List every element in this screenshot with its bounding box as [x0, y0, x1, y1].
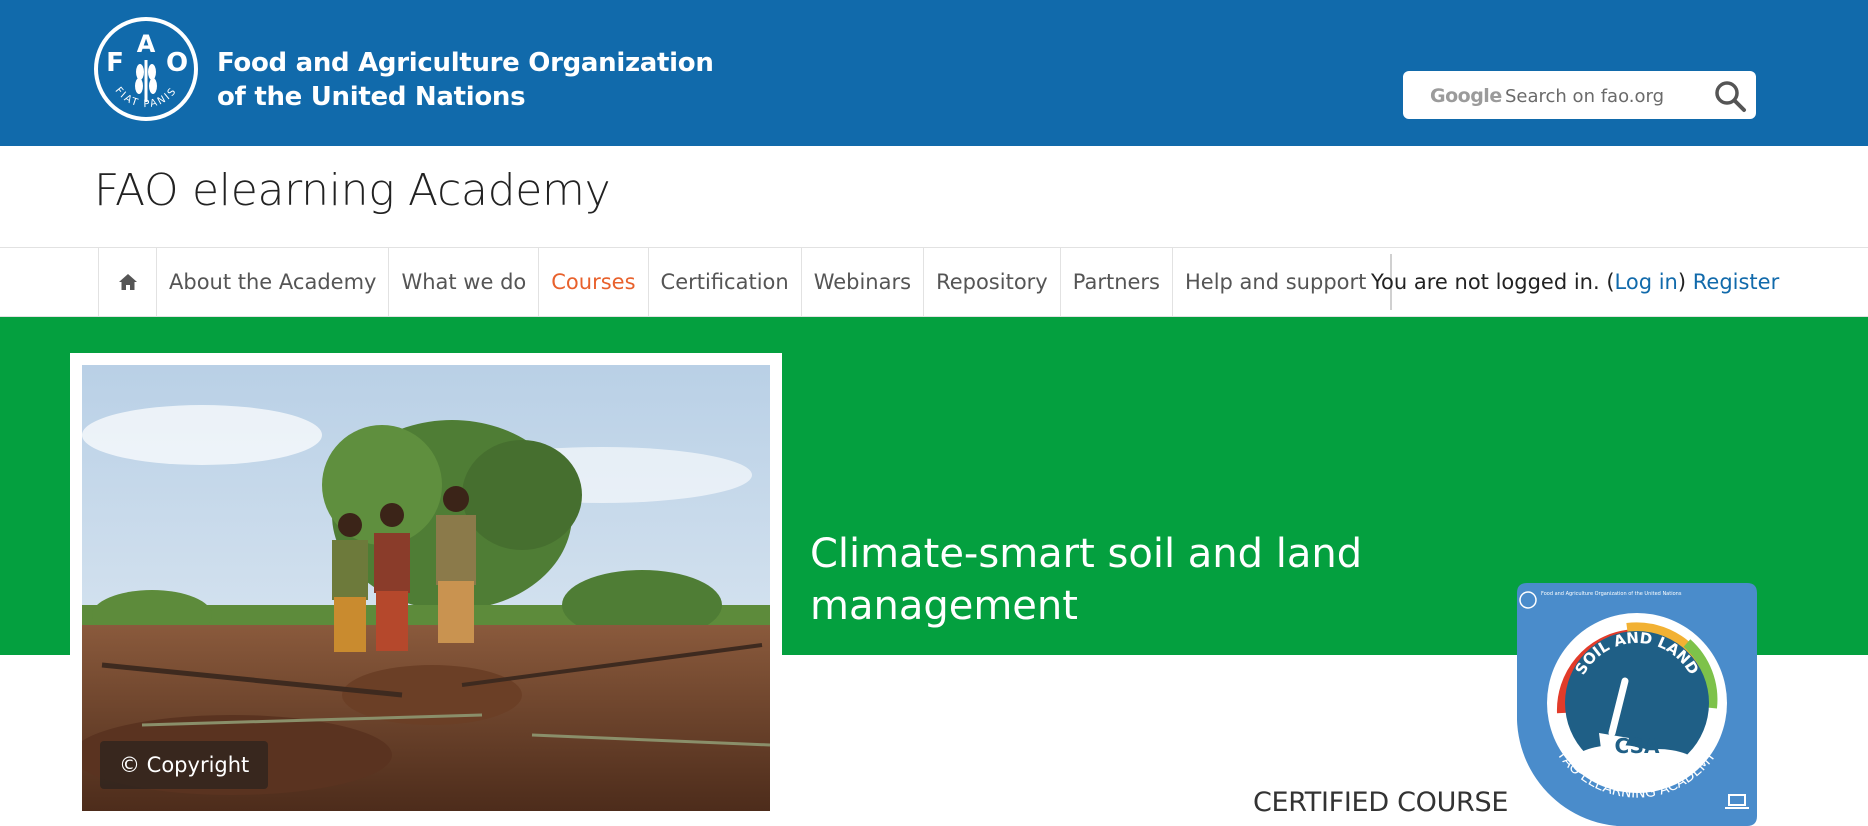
main-navigation: About the Academy What we do Courses Cer… — [98, 248, 1393, 316]
register-link[interactable]: Register — [1693, 270, 1779, 294]
fao-logo[interactable]: F A O FIAT PANIS — [93, 16, 199, 122]
nav-certification[interactable]: Certification — [647, 248, 801, 316]
org-name-line2: of the United Nations — [217, 82, 526, 112]
org-name-line1: Food and Agriculture Organization — [217, 48, 714, 78]
badge-org-name: Food and Agriculture Organization of the… — [1541, 591, 1682, 597]
search-box: Google — [1403, 71, 1756, 119]
organization-name[interactable]: Food and Agriculture Organization of the… — [217, 46, 714, 114]
login-link[interactable]: Log in — [1615, 270, 1678, 294]
logo-letter-f: F — [106, 48, 124, 78]
nav-courses[interactable]: Courses — [538, 248, 647, 316]
nav-webinars[interactable]: Webinars — [800, 248, 923, 316]
logo-letter-o: O — [166, 48, 188, 78]
copyright-label[interactable]: © Copyright — [100, 741, 269, 789]
nav-partners[interactable]: Partners — [1059, 248, 1172, 316]
site-title[interactable]: FAO elearning Academy — [94, 163, 611, 219]
search-icon[interactable] — [1713, 79, 1747, 113]
badge-code: CSA — [1615, 734, 1660, 758]
nav-repository[interactable]: Repository — [923, 248, 1060, 316]
google-brand: Google — [1430, 85, 1502, 107]
login-status-text: You are not logged in. ( — [1371, 270, 1615, 294]
nav-help-and-support[interactable]: Help and support — [1172, 248, 1378, 316]
home-icon — [118, 274, 137, 290]
nav-what-we-do[interactable]: What we do — [388, 248, 538, 316]
logo-letter-a: A — [137, 30, 156, 58]
certified-course-label: CERTIFIED COURSE — [1253, 787, 1509, 818]
course-badge: Food and Agriculture Organization of the… — [1517, 583, 1757, 826]
login-close-paren: ) — [1677, 270, 1687, 294]
course-title: Climate-smart soil and land management — [810, 531, 1363, 629]
search-input[interactable] — [1503, 79, 1707, 113]
nav-home[interactable] — [98, 248, 156, 316]
nav-about-the-academy[interactable]: About the Academy — [156, 248, 388, 316]
login-status: You are not logged in. (Log in) Register — [1371, 248, 1779, 316]
